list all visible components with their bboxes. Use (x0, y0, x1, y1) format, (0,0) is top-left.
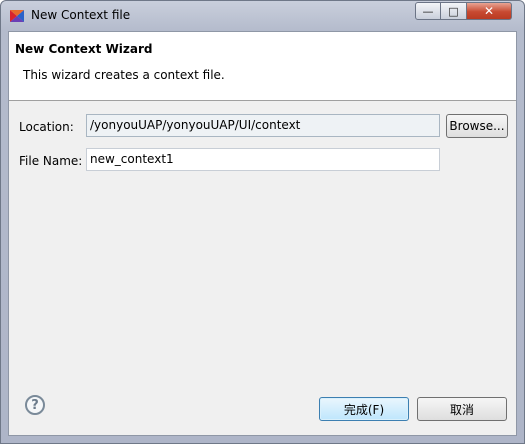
wizard-title: New Context Wizard (15, 42, 153, 56)
location-field[interactable]: /yonyouUAP/yonyouUAP/UI/context (86, 114, 440, 137)
dialog-client-area: New Context Wizard This wizard creates a… (8, 31, 517, 436)
app-logo-icon (10, 10, 24, 22)
help-icon[interactable]: ? (25, 395, 45, 415)
wizard-description: This wizard creates a context file. (23, 68, 225, 82)
window-title: New Context file (31, 8, 131, 22)
close-button[interactable]: ✕ (467, 2, 512, 20)
title-bar[interactable]: New Context file — □ ✕ (1, 1, 524, 31)
maximize-button[interactable]: □ (441, 2, 467, 20)
minimize-button[interactable]: — (415, 2, 441, 20)
location-label: Location: (19, 120, 74, 134)
cancel-button[interactable]: 取消 (417, 397, 507, 421)
browse-button[interactable]: Browse... (446, 114, 508, 138)
wizard-body: Location: /yonyouUAP/yonyouUAP/UI/contex… (9, 101, 516, 435)
dialog-window: New Context file — □ ✕ New Context Wizar… (0, 0, 525, 444)
file-name-field[interactable]: new_context1 (86, 148, 440, 171)
wizard-header: New Context Wizard This wizard creates a… (9, 32, 516, 101)
finish-button[interactable]: 完成(F) (319, 397, 409, 421)
file-name-label: File Name: (19, 154, 83, 168)
